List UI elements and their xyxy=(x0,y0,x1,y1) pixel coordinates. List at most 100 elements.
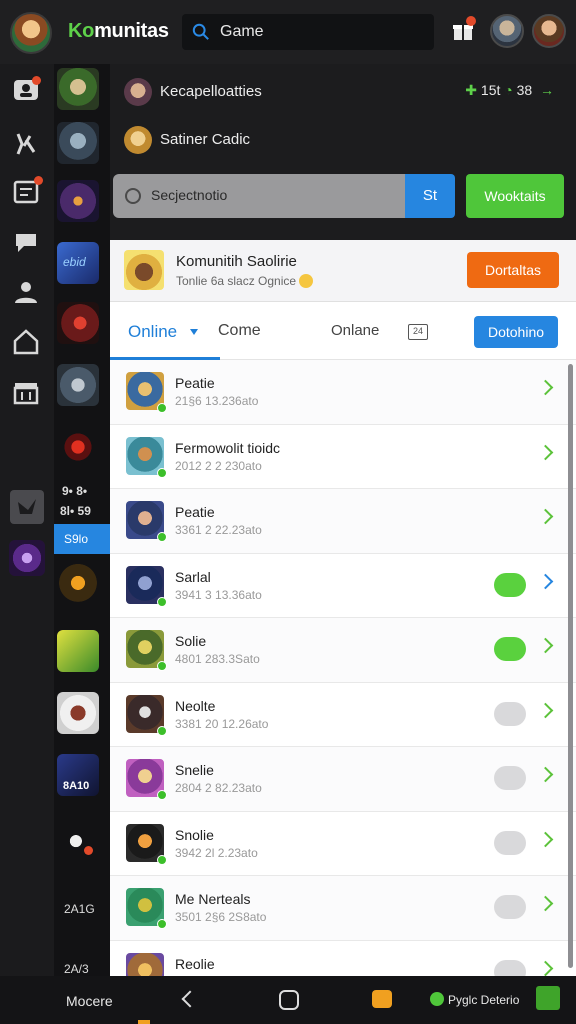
tab-action-button[interactable]: Dotohino xyxy=(474,316,558,348)
strip-selected[interactable]: S9lo xyxy=(54,524,110,554)
game-tile[interactable] xyxy=(57,818,99,860)
store-icon[interactable] xyxy=(12,378,40,406)
panel-title: Komunitih Saolirie xyxy=(176,253,297,270)
tab-onrane[interactable]: Onlane xyxy=(331,322,379,339)
chevron-right-icon[interactable] xyxy=(537,444,554,460)
chevron-right-icon[interactable] xyxy=(537,637,554,654)
game-tile[interactable] xyxy=(57,364,99,406)
friend-avatar[interactable] xyxy=(490,14,524,48)
tab-come[interactable]: Come xyxy=(218,322,261,340)
community-search-field[interactable]: Secjectnotio xyxy=(113,174,405,218)
member-name: Fermowolit tioidc xyxy=(175,439,281,456)
game-tile[interactable] xyxy=(57,122,99,164)
chevron-right-icon[interactable] xyxy=(537,766,554,783)
game-tile[interactable]: 8A10 xyxy=(57,754,99,796)
list-item[interactable]: Peatie 3361 2 22.23ato xyxy=(110,489,576,554)
online-dot xyxy=(157,854,167,865)
member-toggle[interactable] xyxy=(494,637,526,661)
list-item[interactable]: Fermowolit tioidc 2012 2 2 230ato xyxy=(110,424,576,489)
online-dot xyxy=(157,790,167,800)
scrollbar[interactable] xyxy=(568,364,573,968)
nav-rail xyxy=(0,64,54,976)
tab-online[interactable]: Online xyxy=(128,322,177,342)
friend-row[interactable]: Kecapelloatties ✚ 15t ◔ 38 → xyxy=(110,68,576,116)
bottom-label[interactable]: Mocere xyxy=(66,993,113,1009)
member-toggle[interactable] xyxy=(494,959,526,976)
strip-label: 8l• 59 xyxy=(60,504,91,518)
game-tile[interactable] xyxy=(57,180,99,222)
chevron-right-icon[interactable] xyxy=(537,573,554,589)
search-go-button[interactable]: St xyxy=(405,174,455,218)
list-item[interactable]: Snelie 2804 2 82.23ato xyxy=(110,747,576,812)
member-time: 3501 2§6 2S8ato xyxy=(175,910,267,924)
search-icon xyxy=(192,23,209,40)
member-time: 3942 2l 2.23ato xyxy=(175,845,258,860)
list-item[interactable]: Reolie2804 2 25ato xyxy=(110,940,576,976)
list-item[interactable]: Sarlal 3941 3 13.36ato xyxy=(110,553,576,618)
game-tile[interactable] xyxy=(57,426,99,468)
member-name: Peatie xyxy=(175,504,215,520)
game-shortcut[interactable] xyxy=(9,540,45,576)
my-avatar[interactable] xyxy=(10,12,52,54)
bottom-user-name[interactable]: Pyglc Deterio xyxy=(448,993,519,1007)
friend-stat-b: 38 xyxy=(516,82,533,98)
community-search-placeholder: Secjectnotio xyxy=(151,187,228,203)
profile-avatar[interactable] xyxy=(532,14,566,48)
search-input[interactable] xyxy=(220,20,420,44)
twitter-button[interactable] xyxy=(10,490,44,524)
list-item[interactable]: Neolte 3381 20 12.26ato xyxy=(110,682,576,747)
chat-icon[interactable] xyxy=(12,228,40,256)
member-time: 3361 2 22.23ato xyxy=(175,523,262,537)
list-item[interactable]: Me Nerteals 3501 2§6 2S8ato xyxy=(110,876,576,941)
game-tile[interactable] xyxy=(57,630,99,672)
chevron-right-icon[interactable] xyxy=(537,702,554,718)
member-name: Snelie xyxy=(175,762,214,778)
chevron-right-icon[interactable] xyxy=(537,508,554,525)
home-button-icon[interactable] xyxy=(279,990,299,1010)
friend-avatar xyxy=(124,126,152,154)
chevron-right-icon[interactable] xyxy=(537,895,554,912)
list-item[interactable]: Peatie 21§6 13.236ato xyxy=(110,360,576,425)
member-toggle[interactable] xyxy=(494,701,526,726)
app-switch-icon[interactable] xyxy=(372,990,392,1008)
chevron-down-icon[interactable] xyxy=(190,329,198,335)
back-icon[interactable] xyxy=(181,990,199,1008)
game-tile[interactable] xyxy=(57,564,99,606)
member-name: Sarlal xyxy=(175,568,211,585)
member-time: 2012 2 2 230ato xyxy=(175,458,262,473)
game-tile[interactable] xyxy=(57,692,99,734)
list-item[interactable]: Snolie 3942 2l 2.23ato xyxy=(110,811,576,876)
game-tile[interactable] xyxy=(57,68,99,110)
strip-selected-label: S9lo xyxy=(64,532,89,546)
member-toggle[interactable] xyxy=(494,895,526,919)
chevron-right-icon[interactable] xyxy=(537,831,554,847)
member-toggle[interactable] xyxy=(494,572,526,597)
panel-subtitle: Tonlie 6a slacz Ognice xyxy=(176,274,314,288)
friends-icon[interactable] xyxy=(12,278,40,306)
list-item[interactable]: Solie 4801 283.3Sato xyxy=(110,618,576,683)
panel-tabs: Online Come Onlane 24 Dotohino xyxy=(110,302,576,360)
online-dot xyxy=(157,403,167,413)
game-strip: ebid 9• 8• 8l• 59 S9lo 8A10 2A1G 2A/3 xyxy=(54,64,110,976)
friend-row[interactable]: Satiner Cadic xyxy=(110,116,576,164)
game-tile[interactable] xyxy=(57,302,99,344)
member-name: Reolie xyxy=(175,955,215,972)
member-name: Me Nerteals xyxy=(175,891,251,907)
chevron-right-icon[interactable] xyxy=(537,960,554,976)
news-badge xyxy=(34,176,43,185)
home-icon[interactable] xyxy=(12,328,40,356)
strip-label: 2A/3 xyxy=(64,962,89,976)
member-toggle[interactable] xyxy=(494,830,526,855)
tools-icon[interactable] xyxy=(12,130,40,158)
panel-header-button[interactable]: Dortaltas xyxy=(467,252,559,288)
calendar-icon[interactable]: 24 xyxy=(408,324,428,340)
chevron-right-icon[interactable] xyxy=(537,379,554,396)
chat-bubble-icon[interactable] xyxy=(536,986,560,1010)
community-action-button[interactable]: Wooktaits xyxy=(466,174,564,218)
online-dot xyxy=(157,661,167,671)
global-search[interactable] xyxy=(182,14,434,50)
game-tile[interactable]: ebid xyxy=(57,242,99,284)
app-root: Komunitas ebid 9• 8 xyxy=(0,0,576,1024)
member-toggle[interactable] xyxy=(494,766,526,790)
member-time: 21§6 13.236ato xyxy=(175,394,259,408)
